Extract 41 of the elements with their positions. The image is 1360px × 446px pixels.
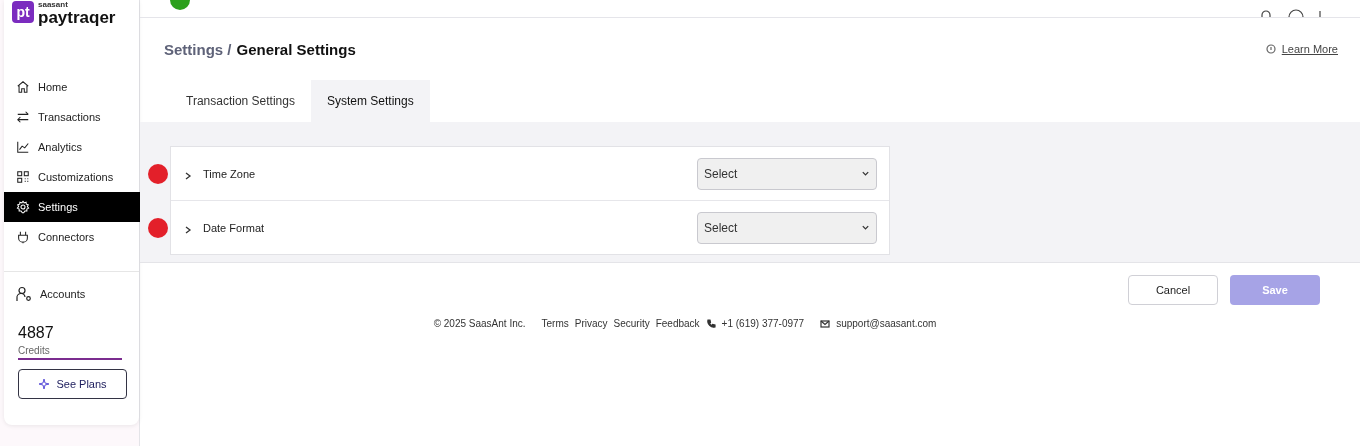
tab[interactable]: System Settings [310, 80, 430, 122]
footer-link[interactable]: Feedback [655, 318, 700, 329]
sidebar-item[interactable]: Customizations [4, 162, 140, 192]
phone-icon [705, 318, 716, 329]
settings-icon [16, 200, 30, 214]
chart-icon [16, 140, 30, 154]
copyright-text: © 2025 SaasAnt Inc. [433, 318, 526, 329]
credits-count: 4887 [18, 324, 55, 342]
sidebar-item[interactable]: Connectors [4, 222, 140, 252]
plug-icon [16, 230, 30, 244]
home-icon [16, 80, 30, 94]
setting-label: Time Zone [203, 167, 257, 180]
credits-label: Credits [18, 345, 122, 360]
phone-number: +1 (619) 377-0977 [721, 318, 805, 329]
chevron-down-icon [861, 223, 870, 232]
footer-link[interactable]: Terms [541, 318, 569, 329]
grid-icon [16, 170, 30, 184]
sidebar-item[interactable]: Transactions [4, 102, 140, 132]
page-title: General Settings [236, 40, 356, 58]
footer-link[interactable]: Security [613, 318, 650, 329]
footer-link[interactable]: Privacy [574, 318, 608, 329]
brand-maker: saasant [38, 0, 69, 9]
setting-label: Date Format [203, 221, 266, 234]
select-dropdown[interactable]: Select [697, 211, 877, 244]
sidebar-item[interactable]: Analytics [4, 132, 140, 162]
accounts-link[interactable]: Accounts [40, 288, 86, 300]
chevron-down-icon [861, 169, 870, 178]
brand-name: paytraqer [38, 9, 116, 26]
breadcrumb-link[interactable]: Settings / [164, 40, 232, 58]
sparkle-icon [38, 378, 51, 390]
brand-logo: pt [12, 1, 34, 23]
sidebar-item[interactable]: Settings [4, 192, 140, 222]
transfer-icon [16, 110, 30, 124]
select-dropdown[interactable]: Select [697, 157, 877, 190]
sidebar-item[interactable]: Home [4, 72, 140, 102]
mail-icon [820, 318, 831, 329]
cancel-button[interactable]: Cancel [1128, 275, 1218, 305]
see-plans-button[interactable]: See Plans [18, 369, 127, 399]
info-icon [1265, 44, 1276, 54]
learn-more-link[interactable]: Learn More [1281, 43, 1338, 55]
support-email: support@saasant.com [836, 318, 937, 329]
